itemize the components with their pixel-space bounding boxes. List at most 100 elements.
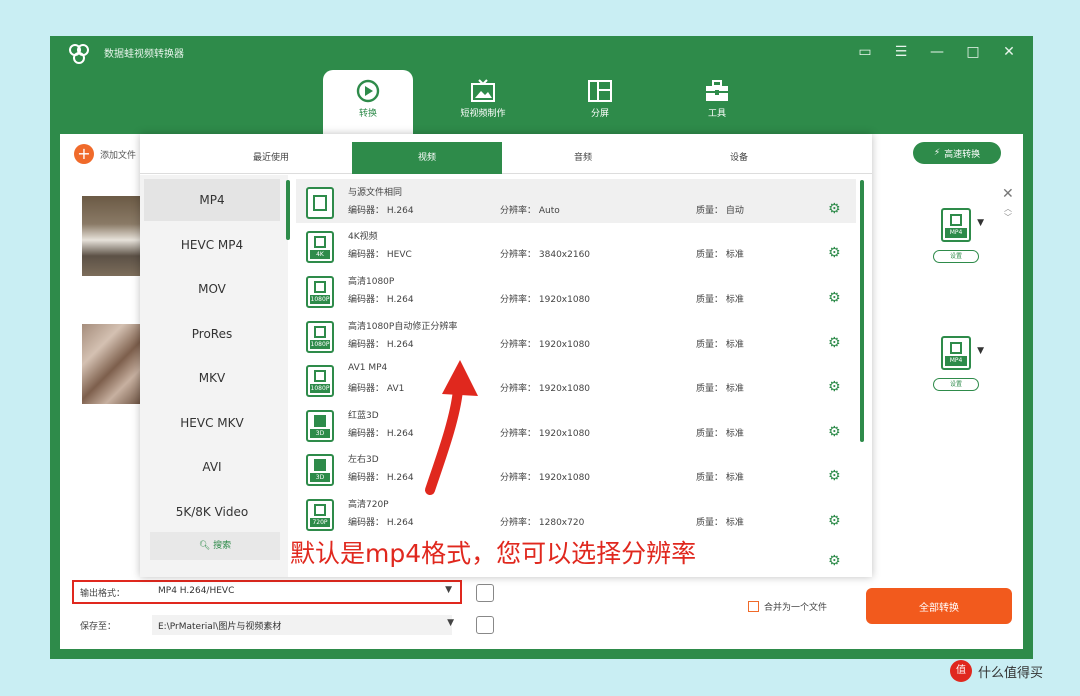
- window-controls: ▭ ☰ — □ ✕: [855, 42, 1019, 62]
- tab-audio[interactable]: 音频: [508, 142, 658, 174]
- preset-quality: 质量： 标准: [696, 384, 744, 394]
- preset-format-icon: 1080P: [306, 276, 334, 308]
- save-path-field[interactable]: E:\PrMaterial\图片与视频素材: [152, 615, 452, 635]
- gear-icon[interactable]: ⚙: [828, 201, 841, 217]
- format-item-mov[interactable]: MOV: [144, 268, 280, 310]
- preset-list-scrollbar[interactable]: [860, 180, 864, 442]
- preset-item[interactable]: 1080P 高清1080P自动修正分辨率 编码器： H.264 分辨率： 192…: [296, 313, 856, 357]
- preset-encoder: 编码器： H.264: [348, 518, 414, 528]
- format-item-5k8k[interactable]: 5K/8K Video: [144, 491, 280, 533]
- format-item-hevc-mp4[interactable]: HEVC MP4: [144, 224, 280, 266]
- feedback-icon[interactable]: ▭: [855, 42, 875, 62]
- preset-name: 高清1080P: [348, 277, 395, 287]
- tab-split-screen[interactable]: 分屏: [555, 70, 645, 132]
- row-output-format[interactable]: MP4 ▼ 设置: [926, 336, 986, 391]
- preset-item[interactable]: 1080P AV1 MP4 编码器： AV1 分辨率： 1920x1080 质量…: [296, 357, 856, 401]
- convert-all-button[interactable]: 全部转换: [866, 588, 1012, 624]
- tv-icon: [471, 79, 495, 102]
- preset-item[interactable]: 720P 高清720P 编码器： H.264 分辨率： 1280x720 质量：…: [296, 491, 856, 535]
- video-thumbnail[interactable]: [82, 196, 140, 276]
- preset-file-icon: [306, 187, 334, 219]
- tab-convert-label: 转换: [358, 109, 377, 119]
- format-item-avi[interactable]: AVI: [144, 446, 280, 488]
- close-icon[interactable]: ✕: [1002, 186, 1014, 202]
- merge-option[interactable]: 合并为一个文件: [748, 600, 827, 613]
- gear-icon[interactable]: ⚙: [828, 379, 841, 395]
- app-title: 数据蛙视频转换器: [104, 49, 184, 60]
- folder-icon[interactable]: [476, 616, 494, 634]
- preset-encoder: 编码器： H.264: [348, 340, 414, 350]
- annotation-arrow-icon: [425, 360, 478, 495]
- preset-item[interactable]: 1080P 高清1080P 编码器： H.264 分辨率： 1920x1080 …: [296, 268, 856, 312]
- gear-icon[interactable]: ⚙: [828, 513, 841, 529]
- film-icon: [314, 504, 326, 516]
- format-list-scrollbar[interactable]: [286, 180, 290, 240]
- split-screen-icon: [588, 80, 612, 102]
- annotation-text: 默认是mp4格式，您可以选择分辨率: [290, 539, 697, 568]
- tab-video[interactable]: 视频: [352, 142, 502, 174]
- gear-icon[interactable]: ⚙: [828, 245, 841, 261]
- maximize-icon[interactable]: □: [963, 42, 983, 62]
- convert-icon: [356, 79, 380, 103]
- settings-button[interactable]: 设置: [933, 378, 979, 391]
- preset-name: 4K视频: [348, 232, 378, 242]
- reorder-icon[interactable]: ︿ ﹀: [1004, 204, 1012, 222]
- close-icon[interactable]: ✕: [999, 42, 1019, 62]
- settings-button[interactable]: 设置: [933, 250, 979, 263]
- chevron-down-icon[interactable]: ▼: [445, 585, 452, 595]
- preset-item[interactable]: 3D 红蓝3D 编码器： H.264 分辨率： 1920x1080 质量： 标准…: [296, 402, 856, 446]
- film-icon: [314, 326, 326, 338]
- chevron-down-icon[interactable]: ▼: [977, 346, 984, 356]
- format-settings-icon[interactable]: [476, 584, 494, 602]
- video-thumbnail[interactable]: [82, 324, 140, 404]
- tab-short-video[interactable]: 短视频制作: [438, 70, 528, 132]
- chevron-down-icon[interactable]: ▼: [977, 218, 984, 228]
- preset-item[interactable]: 4K 4K视频 编码器： HEVC 分辨率： 3840x2160 质量： 标准 …: [296, 223, 856, 267]
- add-file-button[interactable]: + 添加文件: [74, 144, 136, 164]
- output-format-select[interactable]: 输出格式： MP4 H.264/HEVC ▼: [72, 580, 462, 604]
- format-badge-label: MP4: [945, 228, 967, 238]
- format-search-button[interactable]: 🔍︎ 搜索: [150, 532, 280, 560]
- menu-icon[interactable]: ☰: [891, 42, 911, 62]
- gear-icon[interactable]: ⚙: [828, 468, 841, 484]
- film-icon: [950, 214, 962, 226]
- turbo-convert-button[interactable]: ⚡ 高速转换: [913, 142, 1001, 164]
- format-item-prores[interactable]: ProRes: [144, 313, 280, 355]
- preset-encoder: 编码器： HEVC: [348, 250, 412, 260]
- gear-icon[interactable]: ⚙: [828, 424, 841, 440]
- gear-icon[interactable]: ⚙: [828, 553, 841, 569]
- tab-recent[interactable]: 最近使用: [196, 142, 346, 174]
- plus-icon: +: [74, 144, 94, 164]
- main-nav: 转换 短视频制作 分屏 工具: [320, 70, 770, 134]
- preset-quality: 质量： 标准: [696, 518, 744, 528]
- film-icon: [950, 342, 962, 354]
- preset-item[interactable]: 3D 左右3D 编码器： H.264 分辨率： 1920x1080 质量： 标准…: [296, 446, 856, 490]
- tab-device[interactable]: 设备: [664, 142, 814, 174]
- preset-badge: 4K: [310, 250, 330, 259]
- toolbox-icon: [706, 80, 728, 101]
- search-icon: 🔍︎: [198, 541, 211, 551]
- tab-convert[interactable]: 转换: [323, 70, 413, 134]
- format-badge[interactable]: MP4: [941, 208, 971, 242]
- preset-item[interactable]: 与源文件相同 编码器： H.264 分辨率： Auto 质量： 自动 ⚙: [296, 179, 856, 223]
- preset-quality: 质量： 标准: [696, 295, 744, 305]
- tab-split-screen-label: 分屏: [590, 109, 609, 119]
- preset-encoder: 编码器： H.264: [348, 295, 414, 305]
- watermark-logo: 值: [950, 660, 972, 682]
- save-location-row: 保存至： E:\PrMaterial\图片与视频素材 ▼: [72, 614, 462, 636]
- gear-icon[interactable]: ⚙: [828, 335, 841, 351]
- preset-format-icon: 1080P: [306, 365, 334, 397]
- add-file-label: 添加文件: [100, 150, 137, 161]
- preset-quality: 质量： 标准: [696, 250, 744, 260]
- preset-resolution: 分辨率： 1920x1080: [500, 340, 591, 350]
- format-item-mp4[interactable]: MP4: [144, 179, 280, 221]
- row-output-format[interactable]: MP4 ▼ 设置: [926, 208, 986, 263]
- format-item-mkv[interactable]: MKV: [144, 357, 280, 399]
- merge-checkbox[interactable]: [748, 601, 759, 612]
- chevron-down-icon[interactable]: ▼: [447, 618, 454, 628]
- format-item-hevc-mkv[interactable]: HEVC MKV: [144, 402, 280, 444]
- minimize-icon[interactable]: —: [927, 42, 947, 62]
- tab-tools[interactable]: 工具: [672, 70, 762, 132]
- gear-icon[interactable]: ⚙: [828, 290, 841, 306]
- format-badge[interactable]: MP4: [941, 336, 971, 370]
